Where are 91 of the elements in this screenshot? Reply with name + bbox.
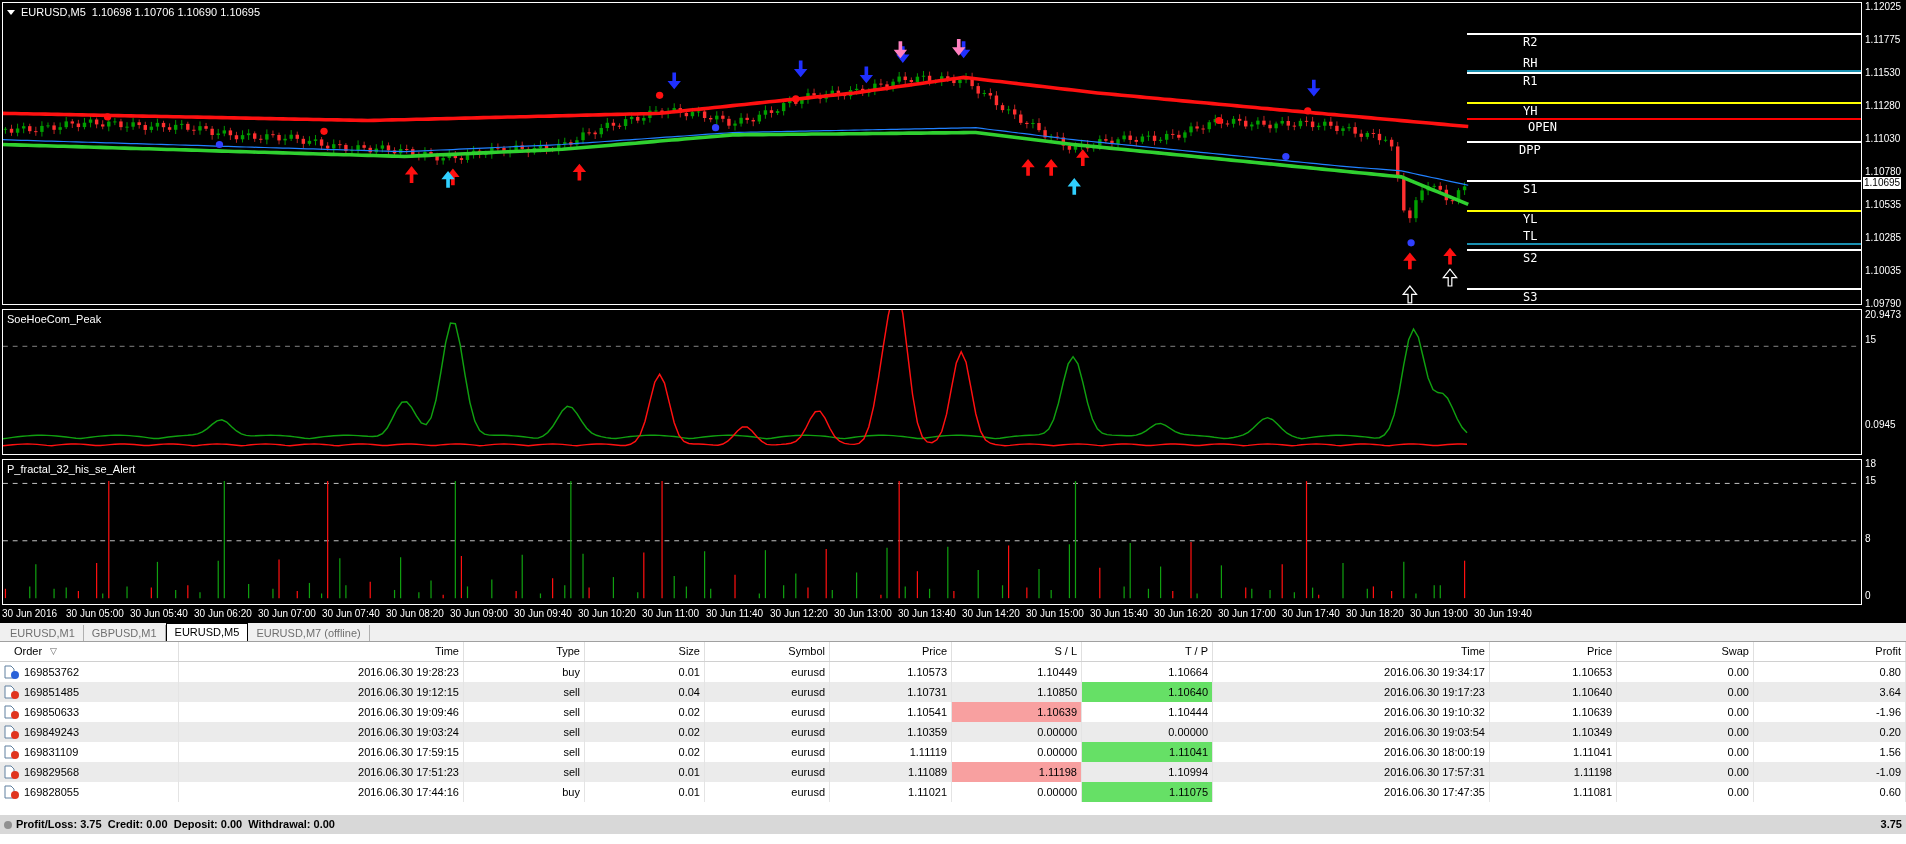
time-tick: 30 Jun 09:40 — [514, 607, 573, 621]
price-tick: 1.11030 — [1865, 133, 1901, 144]
indicator-title: SoeHoeCom_Peak — [7, 312, 102, 327]
price-tick: 1.09790 — [1865, 298, 1902, 309]
pivot-label: R2 — [1523, 36, 1538, 48]
sort-icon: ▽ — [50, 644, 58, 659]
pivot-label: S1 — [1523, 183, 1538, 195]
table-cell: 1.10639 — [952, 702, 1082, 722]
column-header[interactable]: Order ▽ — [0, 642, 179, 661]
time-tick: 30 Jun 16:20 — [1154, 607, 1213, 621]
time-tick: 30 Jun 13:00 — [834, 607, 893, 621]
chart-tab[interactable]: GBPUSD,M1 — [83, 625, 166, 641]
price-tick: 1.11280 — [1865, 100, 1901, 111]
pivot-label: DPP — [1519, 144, 1541, 156]
column-header[interactable]: Type — [464, 642, 585, 661]
table-cell: 1.11081 — [1490, 782, 1617, 802]
time-tick: 30 Jun 17:00 — [1218, 607, 1277, 621]
time-tick: 30 Jun 12:20 — [770, 607, 829, 621]
column-header[interactable]: Price — [830, 642, 952, 661]
indicator-tick: 8 — [1865, 533, 1871, 544]
column-header[interactable]: Size — [585, 642, 705, 661]
column-header[interactable]: Symbol — [705, 642, 830, 661]
pivot-label: R1 — [1523, 75, 1538, 87]
column-header[interactable]: Swap — [1617, 642, 1754, 661]
table-cell: 2016.06.30 17:47:35 — [1213, 782, 1490, 802]
time-tick: 30 Jun 15:00 — [1026, 607, 1085, 621]
price-tick: 1.11530 — [1865, 67, 1901, 78]
chart-tab[interactable]: EURUSD,M7 (offline) — [248, 625, 370, 641]
time-tick: 30 Jun 19:40 — [1474, 607, 1533, 621]
table-cell: 0.60 — [1754, 782, 1906, 802]
pivot-label: YH — [1523, 105, 1538, 117]
pivot-label: TL — [1523, 230, 1538, 242]
indicator-tick: 15 — [1865, 334, 1877, 345]
table-cell: buy — [464, 782, 585, 802]
indicator-tick: 20.9473 — [1865, 309, 1902, 320]
table-cell: 1.11021 — [830, 782, 952, 802]
chart-tab[interactable]: EURUSD,M1 — [2, 625, 84, 641]
indicator-tick: 0.0945 — [1865, 419, 1896, 430]
current-price-label: 1.10695 — [1863, 177, 1902, 189]
chart-tab[interactable]: EURUSD,M5 — [165, 623, 249, 641]
pivot-label: OPEN — [1528, 121, 1557, 133]
indicator-tick: 18 — [1865, 458, 1877, 469]
time-tick: 30 Jun 05:00 — [66, 607, 125, 621]
price-tick: 1.12025 — [1865, 1, 1902, 12]
price-tick: 1.10035 — [1865, 265, 1902, 276]
pivot-label: S3 — [1523, 291, 1538, 303]
indicator-title: P_fractal_32_his_se_Alert — [7, 462, 136, 477]
column-header[interactable]: Time — [1213, 642, 1490, 661]
time-tick: 30 Jun 07:00 — [258, 607, 317, 621]
time-tick: 30 Jun 06:20 — [194, 607, 253, 621]
price-tick: 1.11775 — [1865, 34, 1901, 45]
table-cell: 1.10640 — [1082, 682, 1213, 702]
total-profit: 3.75 — [1880, 817, 1902, 833]
indicator-tick: 0 — [1865, 590, 1871, 601]
column-header[interactable]: Price — [1490, 642, 1617, 661]
time-tick: 30 Jun 15:40 — [1090, 607, 1149, 621]
table-cell: 0.01 — [585, 782, 705, 802]
table-cell: 0.00 — [1617, 782, 1754, 802]
time-tick: 30 Jun 19:00 — [1410, 607, 1469, 621]
time-tick: 30 Jun 09:00 — [450, 607, 509, 621]
pivot-label: RH — [1523, 57, 1538, 69]
time-tick: 30 Jun 07:40 — [322, 607, 381, 621]
time-tick: 30 Jun 18:20 — [1346, 607, 1405, 621]
time-tick: 30 Jun 10:20 — [578, 607, 637, 621]
pivot-label: YL — [1523, 213, 1538, 225]
ohlc-values: 1.10698 1.10706 1.10690 1.10695 — [91, 5, 260, 20]
table-cell: 1.11075 — [1082, 782, 1213, 802]
table-cell: 169828055 — [0, 782, 179, 802]
table-cell: eurusd — [705, 782, 830, 802]
pivot-label: S2 — [1523, 252, 1538, 264]
column-header[interactable]: Profit — [1754, 642, 1906, 661]
time-tick: 30 Jun 11:00 — [642, 607, 701, 621]
time-tick: 30 Jun 08:20 — [386, 607, 445, 621]
price-tick: 1.10285 — [1865, 232, 1902, 243]
price-tick: 1.10535 — [1865, 199, 1902, 210]
table-cell: 1.11198 — [952, 762, 1082, 782]
column-header[interactable]: T / P — [1082, 642, 1213, 661]
time-tick: 30 Jun 13:40 — [898, 607, 957, 621]
time-tick: 30 Jun 2016 — [2, 607, 59, 621]
account-summary: Profit/Loss: 3.75 Credit: 0.00 Deposit: 0.00 Withdrawal: 0.00 — [16, 817, 335, 833]
time-tick: 30 Jun 05:40 — [130, 607, 189, 621]
column-header[interactable]: Time — [179, 642, 464, 661]
column-header[interactable]: S / L — [952, 642, 1082, 661]
symbol-label: EURUSD,M5 — [21, 5, 86, 20]
time-tick: 30 Jun 17:40 — [1282, 607, 1341, 621]
table-cell: 2016.06.30 17:44:16 — [179, 782, 464, 802]
price-tick: 1.10780 — [1865, 166, 1902, 177]
table-cell: 1.11041 — [1082, 742, 1213, 762]
time-tick: 30 Jun 11:40 — [706, 607, 765, 621]
indicator-tick: 15 — [1865, 475, 1877, 486]
time-tick: 30 Jun 14:20 — [962, 607, 1021, 621]
